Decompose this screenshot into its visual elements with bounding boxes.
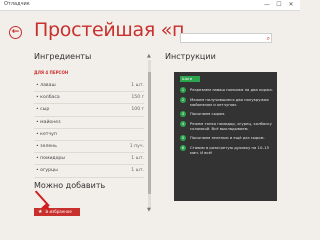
step-number: 5	[180, 135, 186, 141]
step-item: 4 Режем тонко помидор, огурец, колбаску …	[180, 121, 274, 131]
instructions-heading: Инструкции	[165, 52, 216, 61]
step-item: 3 Посыпаем сыром.	[180, 111, 274, 117]
step-number: 4	[180, 121, 186, 127]
ingredient-name: • зелень	[36, 144, 57, 150]
list-item: • кетчуп	[34, 129, 144, 141]
step-text: Посыпаем зеленью и ещё раз сыром.	[190, 135, 265, 140]
list-item: • сыр 100 г	[34, 104, 144, 117]
list-item: • майонез	[34, 117, 144, 129]
search-input[interactable]	[183, 35, 263, 42]
scroll-thumb[interactable]	[148, 72, 151, 194]
search-icon[interactable]: ⌕	[267, 34, 270, 43]
step-text: Мажем получившиеся два полукружия майоне…	[190, 97, 269, 107]
step-number: 1	[180, 87, 186, 93]
page-title: Простейшая «пиц...	[34, 19, 184, 41]
ingredient-qty: 150 г	[131, 95, 144, 101]
back-arrow-icon: ←	[11, 27, 20, 37]
scrollbar[interactable]	[148, 60, 151, 210]
ingredient-name: • помидоры	[36, 156, 65, 162]
step-text: Ставим в разогретую духовку на 10–15 мин…	[190, 145, 270, 155]
list-item: • помидоры 1 шт.	[34, 153, 144, 166]
ingredients-heading: Ингредиенты	[34, 52, 92, 61]
ingredient-name: • огурцы	[36, 168, 58, 174]
step-text: Посыпаем сыром.	[190, 111, 226, 116]
ingredient-qty: 1 шт.	[131, 156, 144, 162]
step-text: Режем тонко помидор, огурец, колбаску со…	[190, 121, 272, 131]
scroll-down-icon[interactable]: ▼	[147, 207, 151, 213]
close-icon[interactable]: ✕	[285, 0, 297, 10]
step-number: 3	[180, 111, 186, 117]
servings-label: ДЛЯ 4 ПЕРСОН	[34, 70, 69, 75]
step-item: 1 Разрезаем лаваш пополам на два коржа.	[180, 87, 274, 93]
can-add-heading: Можно добавить	[34, 181, 106, 190]
ingredient-name: • кетчуп	[36, 131, 57, 137]
ingredient-qty: 100 г	[131, 107, 144, 113]
list-item: • огурцы 1 шт.	[34, 165, 144, 178]
ingredient-list: • лаваш 1 шт. • колбаса 150 г • сыр 100 …	[34, 80, 144, 178]
minimize-icon[interactable]: —	[261, 0, 273, 10]
step-item: 6 Ставим в разогретую духовку на 10–15 м…	[180, 145, 274, 155]
step-item: 5 Посыпаем зеленью и ещё раз сыром.	[180, 135, 274, 141]
ingredient-name: • лаваш	[36, 83, 56, 89]
step-number: 6	[180, 145, 186, 151]
scroll-up-icon[interactable]: ▲	[147, 53, 151, 59]
add-to-favorites-button[interactable]: ★ В избранное	[34, 208, 80, 216]
list-item: • зелень 1 пуч.	[34, 141, 144, 154]
ingredient-qty: 1 пуч.	[129, 144, 144, 150]
search-box[interactable]: ⌕	[180, 33, 272, 43]
list-item: • колбаса 150 г	[34, 92, 144, 105]
maximize-icon[interactable]: ☐	[273, 0, 285, 10]
window-controls: — ☐ ✕	[261, 0, 297, 10]
list-item: • лаваш 1 шт.	[34, 80, 144, 93]
title-bar: Отладчик — ☐ ✕	[0, 0, 300, 11]
app-title: Отладчик	[4, 1, 30, 7]
ingredient-name: • сыр	[36, 107, 50, 113]
step-item: 2 Мажем получившиеся два полукружия майо…	[180, 97, 274, 107]
ingredient-name: • колбаса	[36, 95, 60, 101]
ingredient-qty: 1 шт.	[131, 168, 144, 174]
steps-list: 1 Разрезаем лаваш пополам на два коржа. …	[180, 87, 274, 159]
ingredient-qty: 1 шт.	[131, 83, 144, 89]
instructions-panel: Шаги 1 Разрезаем лаваш пополам на два ко…	[174, 72, 277, 201]
step-text: Разрезаем лаваш пополам на два коржа.	[190, 87, 273, 92]
steps-tag: Шаги	[180, 76, 200, 82]
back-button[interactable]: ←	[9, 26, 22, 39]
ingredient-name: • майонез	[36, 119, 61, 125]
step-number: 2	[180, 97, 186, 103]
